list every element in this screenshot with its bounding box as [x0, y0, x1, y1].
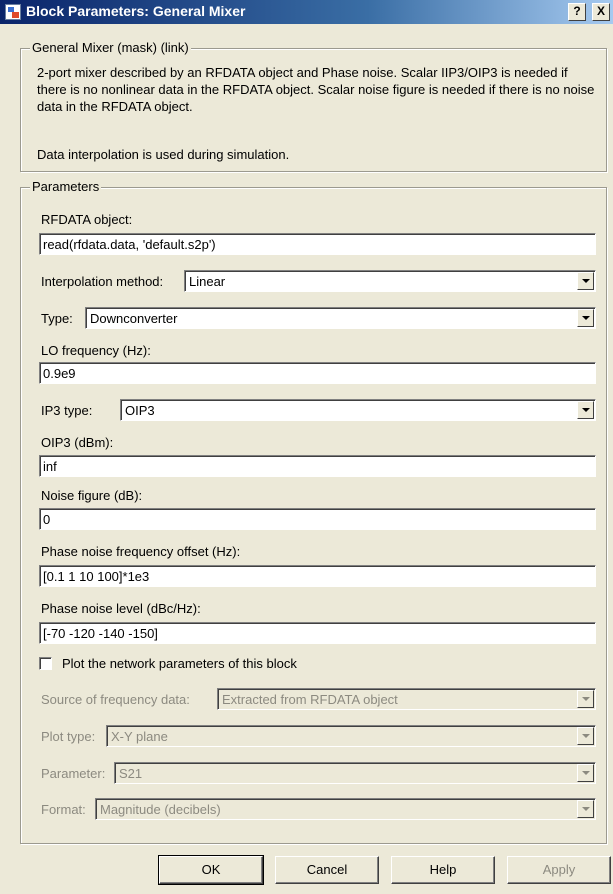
frequency-source-value: Extracted from RFDATA object	[222, 692, 398, 707]
chevron-down-icon[interactable]	[577, 272, 594, 290]
rfdata-label: RFDATA object:	[41, 212, 133, 227]
parameter-dropdown[interactable]: S21	[114, 762, 596, 784]
parameter-label: Parameter:	[41, 766, 106, 781]
context-help-button[interactable]: ?	[568, 3, 586, 21]
noise-figure-label: Noise figure (dB):	[41, 488, 143, 503]
frequency-source-dropdown[interactable]: Extracted from RFDATA object	[217, 688, 596, 710]
parameter-value: S21	[119, 766, 143, 781]
lo-frequency-label: LO frequency (Hz):	[41, 343, 151, 358]
noise-figure-input[interactable]: 0	[39, 508, 596, 530]
interpolation-label: Interpolation method:	[41, 274, 164, 289]
chevron-down-icon[interactable]	[577, 690, 594, 708]
format-value: Magnitude (decibels)	[100, 802, 221, 817]
format-label: Format:	[41, 802, 86, 817]
type-value: Downconverter	[90, 311, 178, 326]
plot-network-parameters-checkbox[interactable]	[39, 657, 52, 670]
ip3-type-dropdown[interactable]: OIP3	[120, 399, 596, 421]
plot-type-dropdown[interactable]: X-Y plane	[106, 725, 596, 747]
rfdata-input[interactable]: read(rfdata.data, 'default.s2p')	[39, 233, 596, 255]
apply-button[interactable]: Apply	[507, 856, 611, 884]
format-dropdown[interactable]: Magnitude (decibels)	[95, 798, 596, 820]
close-button[interactable]: X	[592, 3, 610, 21]
mask-description-text: 2-port mixer described by an RFDATA obje…	[37, 65, 595, 114]
ip3-type-label: IP3 type:	[41, 403, 93, 418]
chevron-down-icon[interactable]	[577, 727, 594, 745]
phase-noise-level-label: Phase noise level (dBc/Hz):	[41, 601, 201, 616]
oip3-label: OIP3 (dBm):	[41, 435, 114, 450]
interpolation-value: Linear	[189, 274, 226, 289]
plot-network-parameters-label[interactable]: Plot the network parameters of this bloc…	[62, 656, 297, 671]
ip3-type-value: OIP3	[125, 403, 155, 418]
help-button[interactable]: Help	[391, 856, 495, 884]
interpolation-note-text: Data interpolation is used during simula…	[37, 147, 290, 162]
mask-group-legend: General Mixer (mask) (link)	[30, 40, 191, 55]
phase-noise-offset-label: Phase noise frequency offset (Hz):	[41, 544, 241, 559]
parameters-group-legend: Parameters	[30, 179, 102, 194]
interpolation-dropdown[interactable]: Linear	[184, 270, 596, 292]
chevron-down-icon[interactable]	[577, 401, 594, 419]
oip3-input[interactable]: inf	[39, 455, 596, 477]
frequency-source-label: Source of frequency data:	[41, 692, 190, 707]
window-title: Block Parameters: General Mixer	[26, 3, 246, 19]
ok-button[interactable]: OK	[158, 855, 264, 885]
type-label: Type:	[41, 311, 73, 326]
chevron-down-icon[interactable]	[577, 764, 594, 782]
plot-type-value: X-Y plane	[111, 729, 168, 744]
chevron-down-icon[interactable]	[577, 800, 594, 818]
lo-frequency-input[interactable]: 0.9e9	[39, 362, 596, 384]
phase-noise-level-input[interactable]: [-70 -120 -140 -150]	[39, 622, 596, 644]
plot-type-label: Plot type:	[41, 729, 96, 744]
cancel-button[interactable]: Cancel	[275, 856, 379, 884]
title-bar[interactable]: Block Parameters: General Mixer ? X	[0, 0, 613, 24]
type-dropdown[interactable]: Downconverter	[85, 307, 596, 329]
chevron-down-icon[interactable]	[577, 309, 594, 327]
phase-noise-offset-input[interactable]: [0.1 1 10 100]*1e3	[39, 565, 596, 587]
simulink-block-icon	[5, 4, 21, 20]
